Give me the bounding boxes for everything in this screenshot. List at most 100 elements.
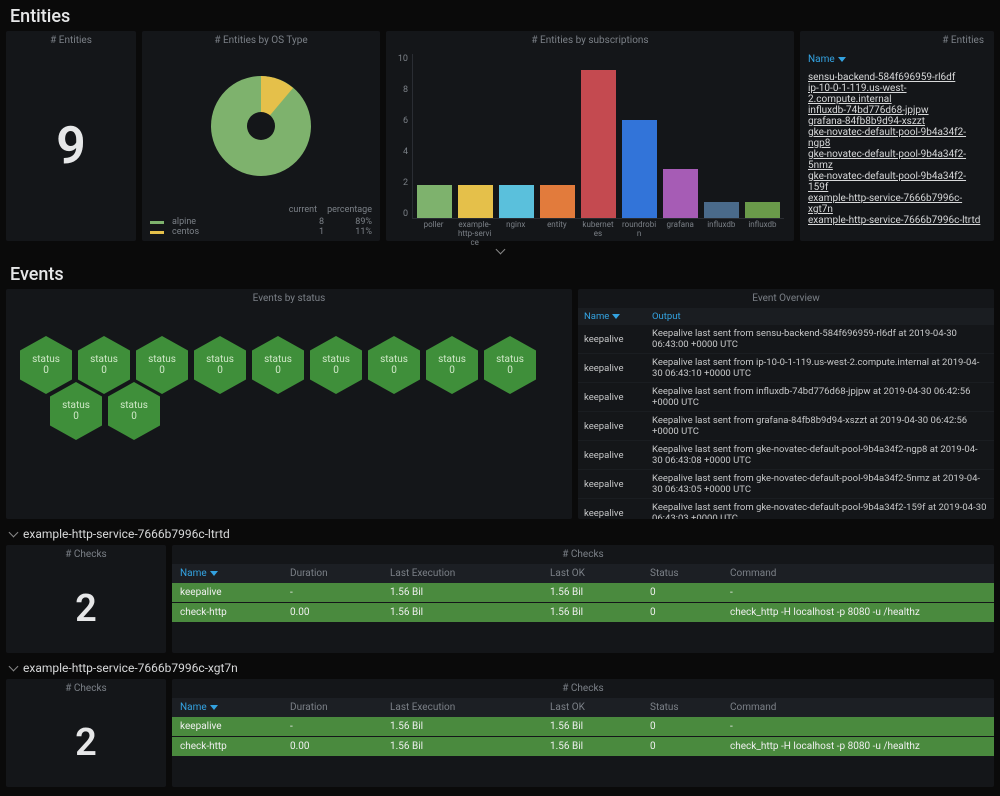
bar[interactable]: [622, 120, 657, 218]
col-status[interactable]: Status: [642, 564, 722, 583]
bar[interactable]: [540, 185, 575, 218]
col-name[interactable]: Name: [172, 698, 282, 717]
check-section-title: example-http-service-7666b7996c-xgt7n: [23, 661, 238, 675]
check-section-title: example-http-service-7666b7996c-ltrtd: [23, 527, 230, 541]
hex-label: status: [32, 354, 60, 365]
hex-value: 0: [159, 365, 165, 376]
check-row[interactable]: keepalive-1.56 Bil1.56 Bil0-: [172, 583, 994, 603]
hex-label: status: [62, 400, 90, 411]
event-name: keepalive: [578, 325, 646, 354]
check-row[interactable]: check-http0.001.56 Bil1.56 Bil0check_htt…: [172, 603, 994, 623]
bar-label: nginx: [498, 221, 533, 247]
check-row[interactable]: check-http0.001.56 Bil1.56 Bil0check_htt…: [172, 737, 994, 757]
pie-chart[interactable]: [201, 66, 321, 186]
row-collapser[interactable]: example-http-service-7666b7996c-ltrtd: [0, 519, 1000, 545]
events-table[interactable]: Name Output keepaliveKeepalive last sent…: [578, 308, 994, 519]
bar[interactable]: [458, 185, 493, 218]
bar-label: influxdb: [745, 221, 780, 247]
event-row[interactable]: keepaliveKeepalive last sent from ip-10-…: [578, 354, 994, 383]
checks-table[interactable]: Name Duration Last Execution Last OK Sta…: [172, 564, 994, 623]
bar[interactable]: [704, 202, 739, 218]
entity-link[interactable]: grafana-84fb8b9d94-xszzt: [808, 116, 925, 127]
bar[interactable]: [499, 185, 534, 218]
panel-event-overview: Event Overview Name Output keepaliveKeep…: [578, 289, 994, 519]
event-output: Keepalive last sent from influxdb-74bd77…: [646, 383, 994, 412]
bar-label: kubernetes: [580, 221, 615, 247]
col-last-ok[interactable]: Last OK: [542, 564, 642, 583]
bar[interactable]: [745, 202, 780, 218]
entity-link[interactable]: gke-novatec-default-pool-9b4a34f2-5nmz: [808, 149, 966, 171]
check-row[interactable]: keepalive-1.56 Bil1.56 Bil0-: [172, 717, 994, 737]
event-name: keepalive: [578, 383, 646, 412]
event-row[interactable]: keepaliveKeepalive last sent from influx…: [578, 383, 994, 412]
col-name[interactable]: Name: [172, 564, 282, 583]
col-command[interactable]: Command: [722, 698, 994, 717]
col-duration[interactable]: Duration: [282, 564, 382, 583]
entity-link[interactable]: sensu-backend-584f696959-rl6df: [808, 72, 955, 83]
panel-entities-os: # Entities by OS Type currentpercentage …: [142, 31, 380, 241]
hex-value: 0: [449, 365, 455, 376]
section-events-title: Events: [10, 264, 1000, 285]
entity-link[interactable]: gke-novatec-default-pool-9b4a34f2-ngp8: [808, 127, 966, 149]
entity-link[interactable]: example-http-service-7666b7996c-xgt7n: [808, 193, 962, 215]
legend-swatch: [150, 221, 164, 224]
entity-link[interactable]: ip-10-0-1-119.us-west-2.compute.internal: [808, 83, 907, 105]
panel-checks-count: # Checks 2: [6, 545, 166, 653]
entity-link[interactable]: gke-novatec-default-pool-9b4a34f2-159f: [808, 171, 966, 193]
col-last-exec[interactable]: Last Execution: [382, 564, 542, 583]
sort-caret-icon: [210, 571, 218, 576]
bar[interactable]: [417, 185, 452, 218]
checks-count: 2: [6, 564, 166, 653]
col-last-ok[interactable]: Last OK: [542, 698, 642, 717]
event-row[interactable]: keepaliveKeepalive last sent from gke-no…: [578, 441, 994, 470]
event-row[interactable]: keepaliveKeepalive last sent from gke-no…: [578, 470, 994, 499]
sort-caret-icon: [838, 57, 846, 62]
event-name: keepalive: [578, 354, 646, 383]
checks-count: 2: [6, 698, 166, 787]
entity-link[interactable]: influxdb-74bd776d68-jpjpw: [808, 105, 929, 116]
chevron-down-icon: [9, 662, 19, 672]
event-name: keepalive: [578, 499, 646, 520]
event-output: Keepalive last sent from gke-novatec-def…: [646, 499, 994, 520]
panel-checks-table: # Checks Name Duration Last Execution La…: [172, 679, 994, 787]
sort-caret-icon: [210, 705, 218, 710]
event-row[interactable]: keepaliveKeepalive last sent from gke-no…: [578, 499, 994, 520]
panel-checks-table: # Checks Name Duration Last Execution La…: [172, 545, 994, 653]
bar[interactable]: [663, 169, 698, 218]
hex-value: 0: [101, 365, 107, 376]
legend-label: centos: [172, 227, 286, 237]
event-row[interactable]: keepaliveKeepalive last sent from sensu-…: [578, 325, 994, 354]
legend-label: alpine: [172, 217, 286, 227]
bar-label: roundrobin: [622, 221, 657, 247]
panel-checks-count: # Checks 2: [6, 679, 166, 787]
hex-cell[interactable]: status0: [50, 382, 102, 440]
section-entities-title: Entities: [10, 6, 1000, 27]
col-status[interactable]: Status: [642, 698, 722, 717]
hex-cell[interactable]: status0: [108, 382, 160, 440]
hex-value: 0: [73, 411, 79, 422]
event-output: Keepalive last sent from gke-novatec-def…: [646, 470, 994, 499]
event-row[interactable]: keepaliveKeepalive last sent from grafan…: [578, 412, 994, 441]
col-command[interactable]: Command: [722, 564, 994, 583]
legend-row[interactable]: alpine889%: [150, 217, 372, 227]
entities-list-header[interactable]: Name: [808, 54, 986, 67]
bar-label: example-http-service: [457, 221, 492, 247]
col-duration[interactable]: Duration: [282, 698, 382, 717]
col-name[interactable]: Name: [578, 308, 646, 325]
event-output: Keepalive last sent from sensu-backend-5…: [646, 325, 994, 354]
legend-row[interactable]: centos111%: [150, 227, 372, 237]
hex-label: status: [264, 354, 292, 365]
bar-chart[interactable]: 1086420 pollerexample-http-servicenginxe…: [386, 50, 794, 241]
hex-label: status: [148, 354, 176, 365]
event-output: Keepalive last sent from grafana-84fb8b9…: [646, 412, 994, 441]
panel-entities-subscriptions: # Entities by subscriptions 1086420 poll…: [386, 31, 794, 241]
entity-link[interactable]: example-http-service-7666b7996c-ltrtd: [808, 215, 980, 226]
panel-title: # Checks: [172, 545, 994, 564]
col-output[interactable]: Output: [646, 308, 994, 325]
panel-title: Event Overview: [578, 289, 994, 308]
col-last-exec[interactable]: Last Execution: [382, 698, 542, 717]
bar[interactable]: [581, 70, 616, 218]
checks-table[interactable]: Name Duration Last Execution Last OK Sta…: [172, 698, 994, 757]
hexbin[interactable]: status0status0status0status0status0statu…: [6, 308, 572, 468]
row-collapser[interactable]: example-http-service-7666b7996c-xgt7n: [0, 653, 1000, 679]
